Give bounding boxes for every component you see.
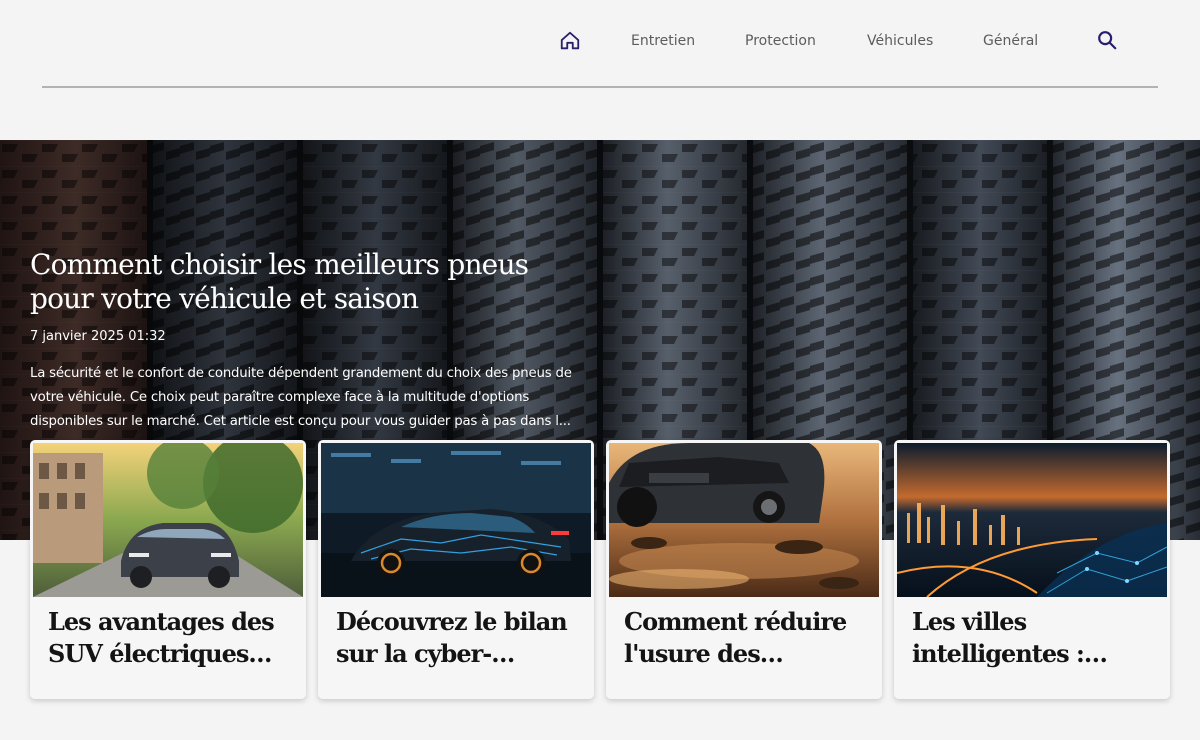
article-card[interactable]: Les avantages des SUV électriques fa... bbox=[30, 440, 306, 699]
search-button[interactable] bbox=[1096, 29, 1120, 53]
nav-general[interactable]: Général bbox=[983, 33, 1038, 49]
header-divider bbox=[42, 86, 1158, 88]
main-nav: Entretien Protection Véhicules Général bbox=[556, 26, 1117, 56]
article-card[interactable]: Les villes intelligentes : une... bbox=[894, 440, 1170, 699]
card-title[interactable]: Les villes intelligentes : une... bbox=[912, 606, 1152, 670]
card-image-cyber-car bbox=[321, 443, 591, 597]
article-cards: Les avantages des SUV électriques fa... bbox=[30, 440, 1170, 700]
hero-title[interactable]: Comment choisir les meilleurs pneus pour… bbox=[30, 248, 570, 316]
card-image-smart-city bbox=[897, 443, 1167, 597]
card-title[interactable]: Les avantages des SUV électriques fa... bbox=[48, 606, 288, 670]
nav-entretien[interactable]: Entretien bbox=[631, 33, 695, 49]
card-image-muddy-car bbox=[609, 443, 879, 597]
nav-vehicules[interactable]: Véhicules bbox=[867, 33, 933, 49]
site-header: Entretien Protection Véhicules Général bbox=[0, 0, 1200, 140]
hero-date: 7 janvier 2025 01:32 bbox=[30, 329, 166, 344]
article-card[interactable]: Comment réduire l'usure des pneus... bbox=[606, 440, 882, 699]
card-title[interactable]: Découvrez le bilan sur la cyber-sécurit.… bbox=[336, 606, 576, 670]
hero-excerpt: La sécurité et le confort de conduite dé… bbox=[30, 366, 572, 429]
home-link[interactable] bbox=[556, 27, 584, 55]
nav-protection[interactable]: Protection bbox=[745, 33, 816, 49]
home-icon bbox=[560, 31, 580, 50]
card-title[interactable]: Comment réduire l'usure des pneus... bbox=[624, 606, 864, 670]
article-card[interactable]: Découvrez le bilan sur la cyber-sécurit.… bbox=[318, 440, 594, 699]
search-icon bbox=[1098, 31, 1117, 50]
card-image-suv bbox=[33, 443, 303, 597]
